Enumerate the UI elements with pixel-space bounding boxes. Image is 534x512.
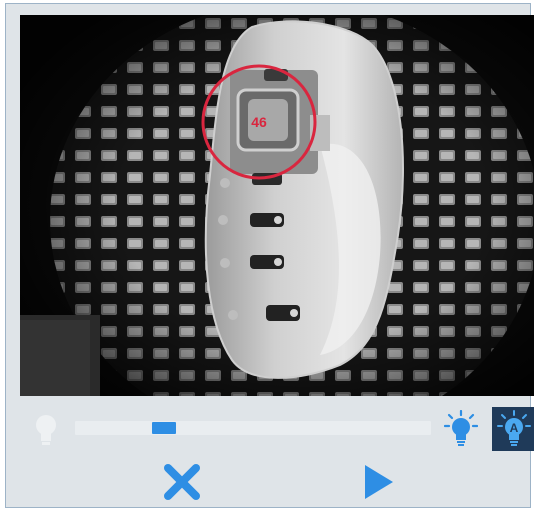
camera-controls: A (11, 399, 534, 512)
auto-light-button[interactable]: A (492, 407, 534, 451)
auto-light-letter: A (510, 421, 519, 435)
close-icon (164, 464, 200, 500)
camera-image: 46 (20, 15, 534, 396)
lightbulb-off-icon (29, 409, 63, 453)
play-icon (365, 465, 393, 499)
auto-light-icon: A (497, 410, 531, 446)
camera-capture-panel: 46 A (5, 3, 534, 508)
slider-thumb[interactable] (152, 422, 176, 434)
lightbulb-on-icon[interactable] (443, 409, 479, 450)
cancel-button[interactable] (157, 457, 207, 507)
detection-label: 46 (251, 114, 267, 130)
camera-preview: 46 (20, 15, 534, 396)
light-intensity-slider[interactable] (75, 421, 431, 435)
play-button[interactable] (353, 457, 403, 507)
